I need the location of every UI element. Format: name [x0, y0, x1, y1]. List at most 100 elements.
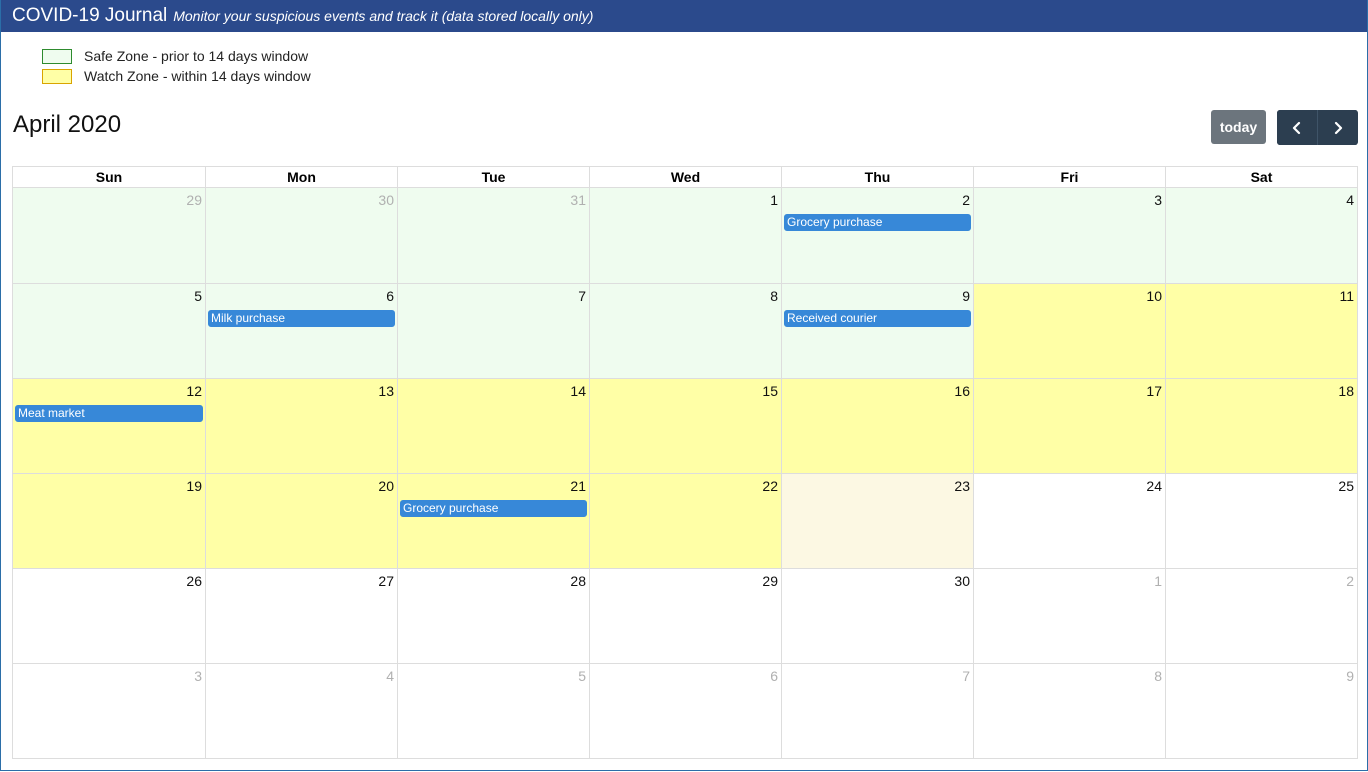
day-number[interactable]: 24	[1146, 478, 1162, 494]
day-cell[interactable]: 11	[1165, 284, 1357, 378]
day-cell[interactable]: 25	[1165, 474, 1357, 568]
weekday-wed: Wed	[589, 167, 781, 187]
day-cell[interactable]: 26	[13, 569, 205, 663]
calendar-event[interactable]: Milk purchase	[208, 310, 395, 327]
day-number[interactable]: 21	[570, 478, 586, 494]
day-cell[interactable]: 1	[973, 569, 1165, 663]
day-number[interactable]: 26	[186, 573, 202, 589]
day-cell[interactable]: 5	[13, 284, 205, 378]
day-cell[interactable]: 12 Meat market	[13, 379, 205, 473]
day-cell[interactable]: 2 Grocery purchase	[781, 188, 973, 283]
day-number[interactable]: 23	[954, 478, 970, 494]
day-number[interactable]: 27	[378, 573, 394, 589]
day-number[interactable]: 8	[1154, 668, 1162, 684]
day-number[interactable]: 25	[1338, 478, 1354, 494]
calendar-week-row: 19 20 21 Grocery purchase 22 23 24 25	[13, 473, 1357, 568]
day-number[interactable]: 2	[962, 192, 970, 208]
day-cell[interactable]: 8	[973, 664, 1165, 758]
day-number[interactable]: 10	[1146, 288, 1162, 304]
day-cell[interactable]: 18	[1165, 379, 1357, 473]
day-cell[interactable]: 19	[13, 474, 205, 568]
day-number[interactable]: 8	[770, 288, 778, 304]
day-number[interactable]: 14	[570, 383, 586, 399]
zone-legend: Safe Zone - prior to 14 days window Watc…	[42, 46, 311, 86]
day-number[interactable]: 29	[762, 573, 778, 589]
day-number[interactable]: 7	[578, 288, 586, 304]
day-cell[interactable]: 21 Grocery purchase	[397, 474, 589, 568]
day-number[interactable]: 1	[1154, 573, 1162, 589]
day-cell[interactable]: 30	[781, 569, 973, 663]
day-number[interactable]: 17	[1146, 383, 1162, 399]
day-number[interactable]: 4	[386, 668, 394, 684]
day-number[interactable]: 15	[762, 383, 778, 399]
calendar-event[interactable]: Meat market	[15, 405, 203, 422]
day-number[interactable]: 3	[194, 668, 202, 684]
day-cell[interactable]: 16	[781, 379, 973, 473]
safe-zone-label: Safe Zone - prior to 14 days window	[84, 48, 309, 64]
day-cell[interactable]: 3	[973, 188, 1165, 283]
day-number[interactable]: 22	[762, 478, 778, 494]
prev-month-button[interactable]	[1277, 110, 1317, 145]
day-cell[interactable]: 4	[205, 664, 397, 758]
day-cell[interactable]: 9	[1165, 664, 1357, 758]
day-number[interactable]: 28	[570, 573, 586, 589]
day-cell[interactable]: 10	[973, 284, 1165, 378]
day-number[interactable]: 4	[1346, 192, 1354, 208]
day-cell[interactable]: 31	[397, 188, 589, 283]
day-cell[interactable]: 30	[205, 188, 397, 283]
day-cell[interactable]: 29	[589, 569, 781, 663]
day-number[interactable]: 29	[186, 192, 202, 208]
day-cell[interactable]: 6 Milk purchase	[205, 284, 397, 378]
month-nav	[1277, 110, 1358, 145]
day-number[interactable]: 9	[962, 288, 970, 304]
day-cell[interactable]: 7	[781, 664, 973, 758]
day-cell[interactable]: 13	[205, 379, 397, 473]
day-number[interactable]: 30	[378, 192, 394, 208]
day-cell[interactable]: 14	[397, 379, 589, 473]
day-number[interactable]: 19	[186, 478, 202, 494]
day-cell[interactable]: 8	[589, 284, 781, 378]
day-cell[interactable]: 29	[13, 188, 205, 283]
day-cell[interactable]: 27	[205, 569, 397, 663]
day-cell[interactable]: 15	[589, 379, 781, 473]
day-cell[interactable]: 7	[397, 284, 589, 378]
day-cell[interactable]: 28	[397, 569, 589, 663]
day-number[interactable]: 7	[962, 668, 970, 684]
day-number[interactable]: 6	[386, 288, 394, 304]
weekday-mon: Mon	[205, 167, 397, 187]
day-number[interactable]: 11	[1339, 288, 1354, 304]
day-cell[interactable]: 2	[1165, 569, 1357, 663]
day-number[interactable]: 2	[1346, 573, 1354, 589]
day-number[interactable]: 5	[194, 288, 202, 304]
day-number[interactable]: 30	[954, 573, 970, 589]
day-number[interactable]: 3	[1154, 192, 1162, 208]
day-cell[interactable]: 6	[589, 664, 781, 758]
day-number[interactable]: 9	[1346, 668, 1354, 684]
day-number[interactable]: 5	[578, 668, 586, 684]
day-number[interactable]: 6	[770, 668, 778, 684]
today-button[interactable]: today	[1211, 110, 1266, 144]
day-number[interactable]: 16	[954, 383, 970, 399]
calendar-event[interactable]: Grocery purchase	[784, 214, 971, 231]
day-number[interactable]: 18	[1338, 383, 1354, 399]
app-title: COVID-19 Journal	[12, 5, 168, 26]
day-cell[interactable]: 9 Received courier	[781, 284, 973, 378]
day-cell[interactable]: 17	[973, 379, 1165, 473]
day-number[interactable]: 20	[378, 478, 394, 494]
day-number[interactable]: 13	[378, 383, 394, 399]
day-cell[interactable]: 3	[13, 664, 205, 758]
day-cell[interactable]: 5	[397, 664, 589, 758]
day-cell[interactable]: 22	[589, 474, 781, 568]
next-month-button[interactable]	[1317, 110, 1357, 145]
calendar-event[interactable]: Received courier	[784, 310, 971, 327]
day-cell[interactable]: 24	[973, 474, 1165, 568]
day-number[interactable]: 31	[570, 192, 586, 208]
chevron-left-icon	[1292, 121, 1301, 134]
day-number[interactable]: 1	[770, 192, 778, 208]
day-cell[interactable]: 4	[1165, 188, 1357, 283]
day-cell[interactable]: 23	[781, 474, 973, 568]
calendar-event[interactable]: Grocery purchase	[400, 500, 587, 517]
day-cell[interactable]: 20	[205, 474, 397, 568]
day-cell[interactable]: 1	[589, 188, 781, 283]
day-number[interactable]: 12	[186, 383, 202, 399]
